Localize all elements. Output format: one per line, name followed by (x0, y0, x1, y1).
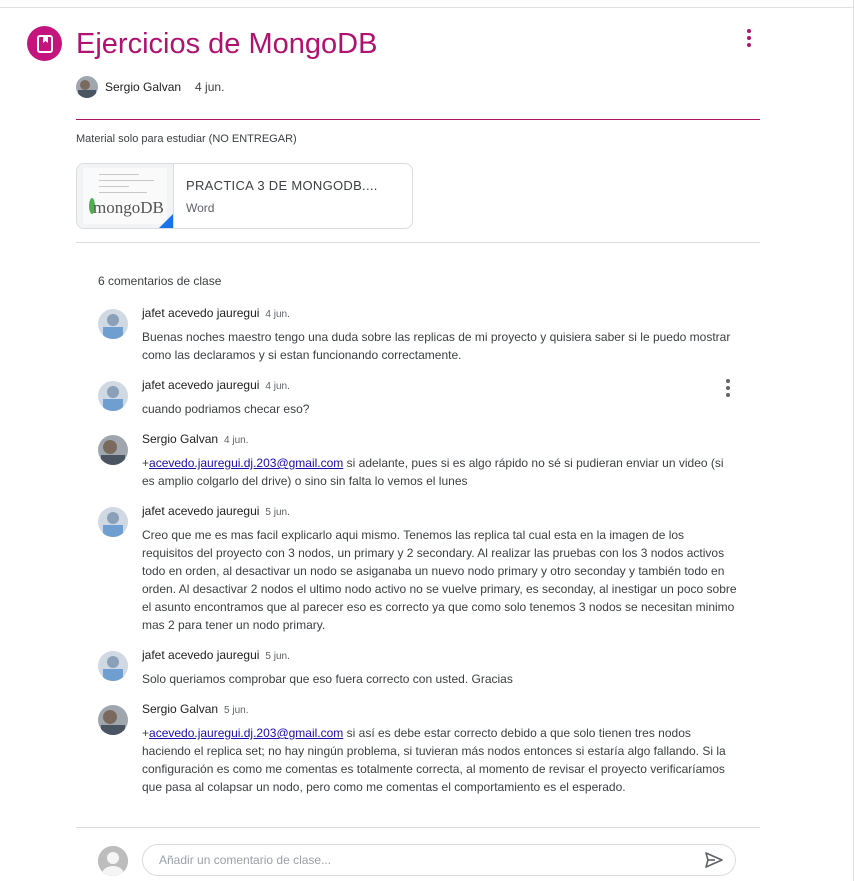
send-icon[interactable] (703, 849, 725, 871)
comment-text: Creo que me es mas facil explicarlo aqui… (142, 528, 737, 632)
comment-text: Buenas noches maestro tengo una duda sob… (142, 330, 731, 362)
attachment-thumbnail: mongoDB (77, 164, 174, 228)
author-name: Sergio Galvan (105, 80, 182, 94)
attachment-type: Word (186, 201, 215, 215)
comment-date: 4 jun. (265, 381, 290, 392)
comment-text: Solo queriamos comprobar que eso fuera c… (142, 672, 513, 686)
comment-date: 5 jun. (265, 651, 290, 662)
comment-input[interactable] (157, 852, 703, 868)
mention-link[interactable]: acevedo.jauregui.dj.203@gmail.com (149, 456, 343, 470)
comment-author: jafet acevedo jauregui (142, 648, 260, 662)
comment: jafet acevedo jauregui 4 jun. Buenas noch… (98, 306, 738, 364)
title-divider (76, 119, 760, 120)
author-row: Sergio Galvan 4 jun. (76, 76, 224, 98)
comment: jafet acevedo jauregui 5 jun. Solo queria… (98, 648, 738, 688)
avatar (76, 76, 98, 98)
comment-text: cuando podriamos checar eso? (142, 402, 310, 416)
section-divider (76, 242, 760, 243)
attachment-title: PRACTICA 3 DE MONGODB.... (186, 178, 378, 193)
avatar (98, 507, 128, 537)
post-date: 4 jun. (195, 80, 225, 94)
more-options-icon[interactable] (738, 26, 760, 50)
comment-date: 4 jun. (265, 309, 290, 320)
avatar (98, 381, 128, 411)
comment-author: jafet acevedo jauregui (142, 504, 260, 518)
comment-date: 5 jun. (224, 705, 249, 716)
comment-input-box (142, 844, 736, 876)
comment-author: jafet acevedo jauregui (142, 378, 260, 392)
comment-date: 5 jun. (265, 507, 290, 518)
comment-author: jafet acevedo jauregui (142, 306, 260, 320)
comment: Sergio Galvan 4 jun. +acevedo.jauregui.dj… (98, 432, 738, 490)
avatar (98, 651, 128, 681)
page-title: Ejercicios de MongoDB (76, 28, 378, 60)
comments-count: 6 comentarios de clase (98, 274, 222, 288)
comment: jafet acevedo jauregui 5 jun. Creo que me… (98, 504, 738, 634)
comment-date: 4 jun. (224, 435, 249, 446)
avatar (98, 309, 128, 339)
thumbnail-logo: mongoDB (93, 198, 164, 217)
comment-text: +acevedo.jauregui.dj.203@gmail.com si ad… (142, 456, 724, 488)
assignment-icon (27, 26, 62, 61)
mention-link[interactable]: acevedo.jauregui.dj.203@gmail.com (149, 726, 343, 740)
word-corner-icon (159, 214, 173, 228)
comment-author: Sergio Galvan (142, 432, 219, 446)
comment-author: Sergio Galvan (142, 702, 219, 716)
footer-divider (76, 827, 760, 828)
current-user-avatar (98, 846, 128, 876)
description: Material solo para estudiar (NO ENTREGAR… (76, 133, 297, 145)
avatar (98, 435, 128, 465)
comment: Sergio Galvan 5 jun. +acevedo.jauregui.dj… (98, 702, 738, 796)
top-divider (0, 7, 854, 8)
attachment-card[interactable]: mongoDB PRACTICA 3 DE MONGODB.... Word (76, 163, 413, 229)
comment-text: +acevedo.jauregui.dj.203@gmail.com si as… (142, 726, 726, 794)
comment-more-icon[interactable] (718, 379, 738, 397)
comment: jafet acevedo jauregui 4 jun. cuando podr… (98, 378, 738, 418)
avatar (98, 705, 128, 735)
